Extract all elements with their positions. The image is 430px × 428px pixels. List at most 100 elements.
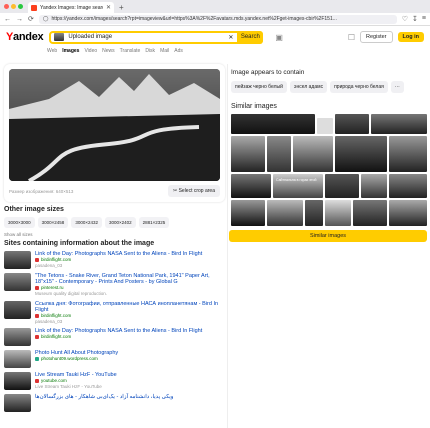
size-option[interactable]: 3000×2458 <box>37 217 69 228</box>
services-nav: Web Images Video News Translate Disk Mai… <box>0 48 430 56</box>
tab-close-icon[interactable]: ✕ <box>106 4 111 11</box>
similar-image[interactable] <box>335 114 369 134</box>
similar-caption: Сайтнальна в горах этой <box>276 178 317 182</box>
similar-image[interactable] <box>231 114 315 134</box>
camera-icon[interactable]: ▣ <box>275 33 283 42</box>
search-box[interactable]: Uploaded image ✕ Search <box>49 30 264 44</box>
sites-title: Sites containing information about the i… <box>4 240 155 247</box>
search-button[interactable]: Search <box>237 30 264 44</box>
similar-image[interactable] <box>325 174 359 198</box>
similar-image[interactable] <box>361 174 387 198</box>
site-desc: Live Stream Tauki HzF - YouTube <box>35 384 102 389</box>
service-video[interactable]: Video <box>84 48 97 56</box>
similar-image[interactable] <box>389 200 427 226</box>
size-option[interactable]: 3000×2402 <box>104 217 136 228</box>
new-tab-button[interactable]: + <box>119 3 124 13</box>
similar-image[interactable] <box>371 114 427 134</box>
similar-image[interactable] <box>267 136 291 172</box>
login-button[interactable]: Log in <box>397 32 424 42</box>
service-ads[interactable]: Ads <box>174 48 183 56</box>
left-column: Размер изображения: 640×513 ✂ Select cro… <box>4 64 225 416</box>
site-thumbnail[interactable] <box>4 273 31 291</box>
service-news[interactable]: News <box>102 48 115 56</box>
service-mail[interactable]: Mail <box>160 48 169 56</box>
close-window-icon[interactable] <box>4 4 9 9</box>
site-thumbnail[interactable] <box>4 372 31 390</box>
similar-image[interactable] <box>389 174 427 198</box>
download-icon[interactable]: ↧ <box>412 15 418 23</box>
search-input[interactable]: Uploaded image <box>68 34 228 40</box>
site-thumbnail[interactable] <box>4 328 31 346</box>
similar-image[interactable] <box>231 174 271 198</box>
shield-icon[interactable]: ☐ <box>348 33 355 42</box>
yandex-logo[interactable]: Yandex <box>6 31 44 43</box>
browser-tab[interactable]: Yandex Images: Image search ✕ <box>28 2 114 13</box>
crop-button[interactable]: ✂ Select crop area <box>167 185 220 197</box>
sites-list: Link of the Day: Photographs NASA Sent t… <box>4 251 225 412</box>
site-item[interactable]: Link of the Day: Photographs NASA Sent t… <box>4 328 225 346</box>
site-desc: pasadena_03 <box>35 318 63 324</box>
similar-image[interactable] <box>267 200 303 226</box>
maximize-window-icon[interactable] <box>18 4 23 9</box>
service-images[interactable]: Images <box>62 48 79 56</box>
similar-image[interactable] <box>231 200 265 226</box>
service-disk[interactable]: Disk <box>145 48 155 56</box>
site-item[interactable]: "The Tetons - Snake River, Grand Teton N… <box>4 273 225 297</box>
size-option[interactable]: 3000×3000 <box>4 217 35 228</box>
image-preview[interactable] <box>9 69 220 181</box>
service-translate[interactable]: Translate <box>120 48 141 56</box>
size-option[interactable]: 3000×2432 <box>71 217 102 228</box>
site-item[interactable]: ویکی پدیا، دانشنامه آزاد - یک‌ای‌بی شاهک… <box>4 394 225 412</box>
register-button[interactable]: Register <box>360 31 393 43</box>
yandex-header: Yandex Uploaded image ✕ Search ▣ ☐ Regis… <box>0 26 430 48</box>
similar-image[interactable]: Сайтнальна в горах этой <box>273 174 323 198</box>
similar-image[interactable] <box>231 136 265 172</box>
site-title[interactable]: Ссылка дня: Фотографии, отправленные НАС… <box>35 301 225 313</box>
site-desc: Museum quality digital reproduction. <box>35 291 108 296</box>
show-all-sizes-link[interactable]: Show all sizes <box>4 232 225 237</box>
landscape-photo <box>9 69 220 181</box>
site-title[interactable]: "The Tetons - Snake River, Grand Teton N… <box>35 273 225 285</box>
site-domain: birdinflight.com <box>35 334 225 340</box>
tag-chip[interactable]: энсел адамс <box>289 81 328 93</box>
navigation-bar: ← → ⟳ ◯ https://yandex.com/images/search… <box>0 13 430 26</box>
menu-icon[interactable]: ≡ <box>422 15 426 23</box>
tab-bar: Yandex Images: Image search ✕ + <box>0 0 430 13</box>
similar-image[interactable] <box>293 136 333 172</box>
address-bar[interactable]: ◯ https://yandex.com/images/search?rpt=i… <box>38 14 397 24</box>
similar-image[interactable] <box>305 200 323 226</box>
size-option[interactable]: 2881×2325 <box>138 217 170 228</box>
similar-image[interactable] <box>353 200 387 226</box>
site-thumbnail[interactable] <box>4 394 31 412</box>
site-title[interactable]: ویکی پدیا، دانشنامه آزاد - یک‌ای‌بی شاهک… <box>35 394 225 400</box>
image-size-text: Размер изображения: 640×513 <box>9 188 74 194</box>
tag-chip[interactable]: природа черно белая <box>330 81 388 93</box>
tab-title: Yandex Images: Image search <box>40 4 103 11</box>
site-thumbnail[interactable] <box>4 350 31 368</box>
similar-image[interactable] <box>335 136 387 172</box>
sizes-title: Other image sizes <box>4 206 64 213</box>
tag-chip[interactable]: пейзаж черно белый <box>231 81 287 93</box>
uploaded-image-thumbnail <box>54 33 65 41</box>
site-item[interactable]: Ссылка дня: Фотографии, отправленные НАС… <box>4 300 225 325</box>
forward-icon[interactable]: → <box>16 16 23 23</box>
site-item[interactable]: Live Stream Tauki HzF - YouTube youtube.c… <box>4 372 225 390</box>
similar-image[interactable] <box>389 136 427 172</box>
window-controls <box>4 4 23 9</box>
site-thumbnail[interactable] <box>4 300 31 319</box>
site-item[interactable]: Link of the Day: Photographs NASA Sent t… <box>4 251 225 269</box>
site-thumbnail[interactable] <box>4 251 31 269</box>
similar-image[interactable] <box>325 200 351 226</box>
back-icon[interactable]: ← <box>4 16 11 23</box>
preview-card: Размер изображения: 640×513 ✂ Select cro… <box>4 64 225 202</box>
reload-icon[interactable]: ⟳ <box>28 15 34 23</box>
similar-image[interactable] <box>317 118 333 134</box>
similar-images-button[interactable]: Similar images <box>229 230 427 242</box>
more-tags-button[interactable]: ··· <box>390 81 404 93</box>
service-web[interactable]: Web <box>47 48 57 56</box>
clear-search-icon[interactable]: ✕ <box>228 34 233 41</box>
url-text: https://yandex.com/images/search?rpt=ima… <box>51 16 337 22</box>
pocket-icon[interactable]: ♡ <box>402 15 408 23</box>
minimize-window-icon[interactable] <box>11 4 16 9</box>
site-item[interactable]: Photo Hunt All About Photography photohun… <box>4 350 225 368</box>
